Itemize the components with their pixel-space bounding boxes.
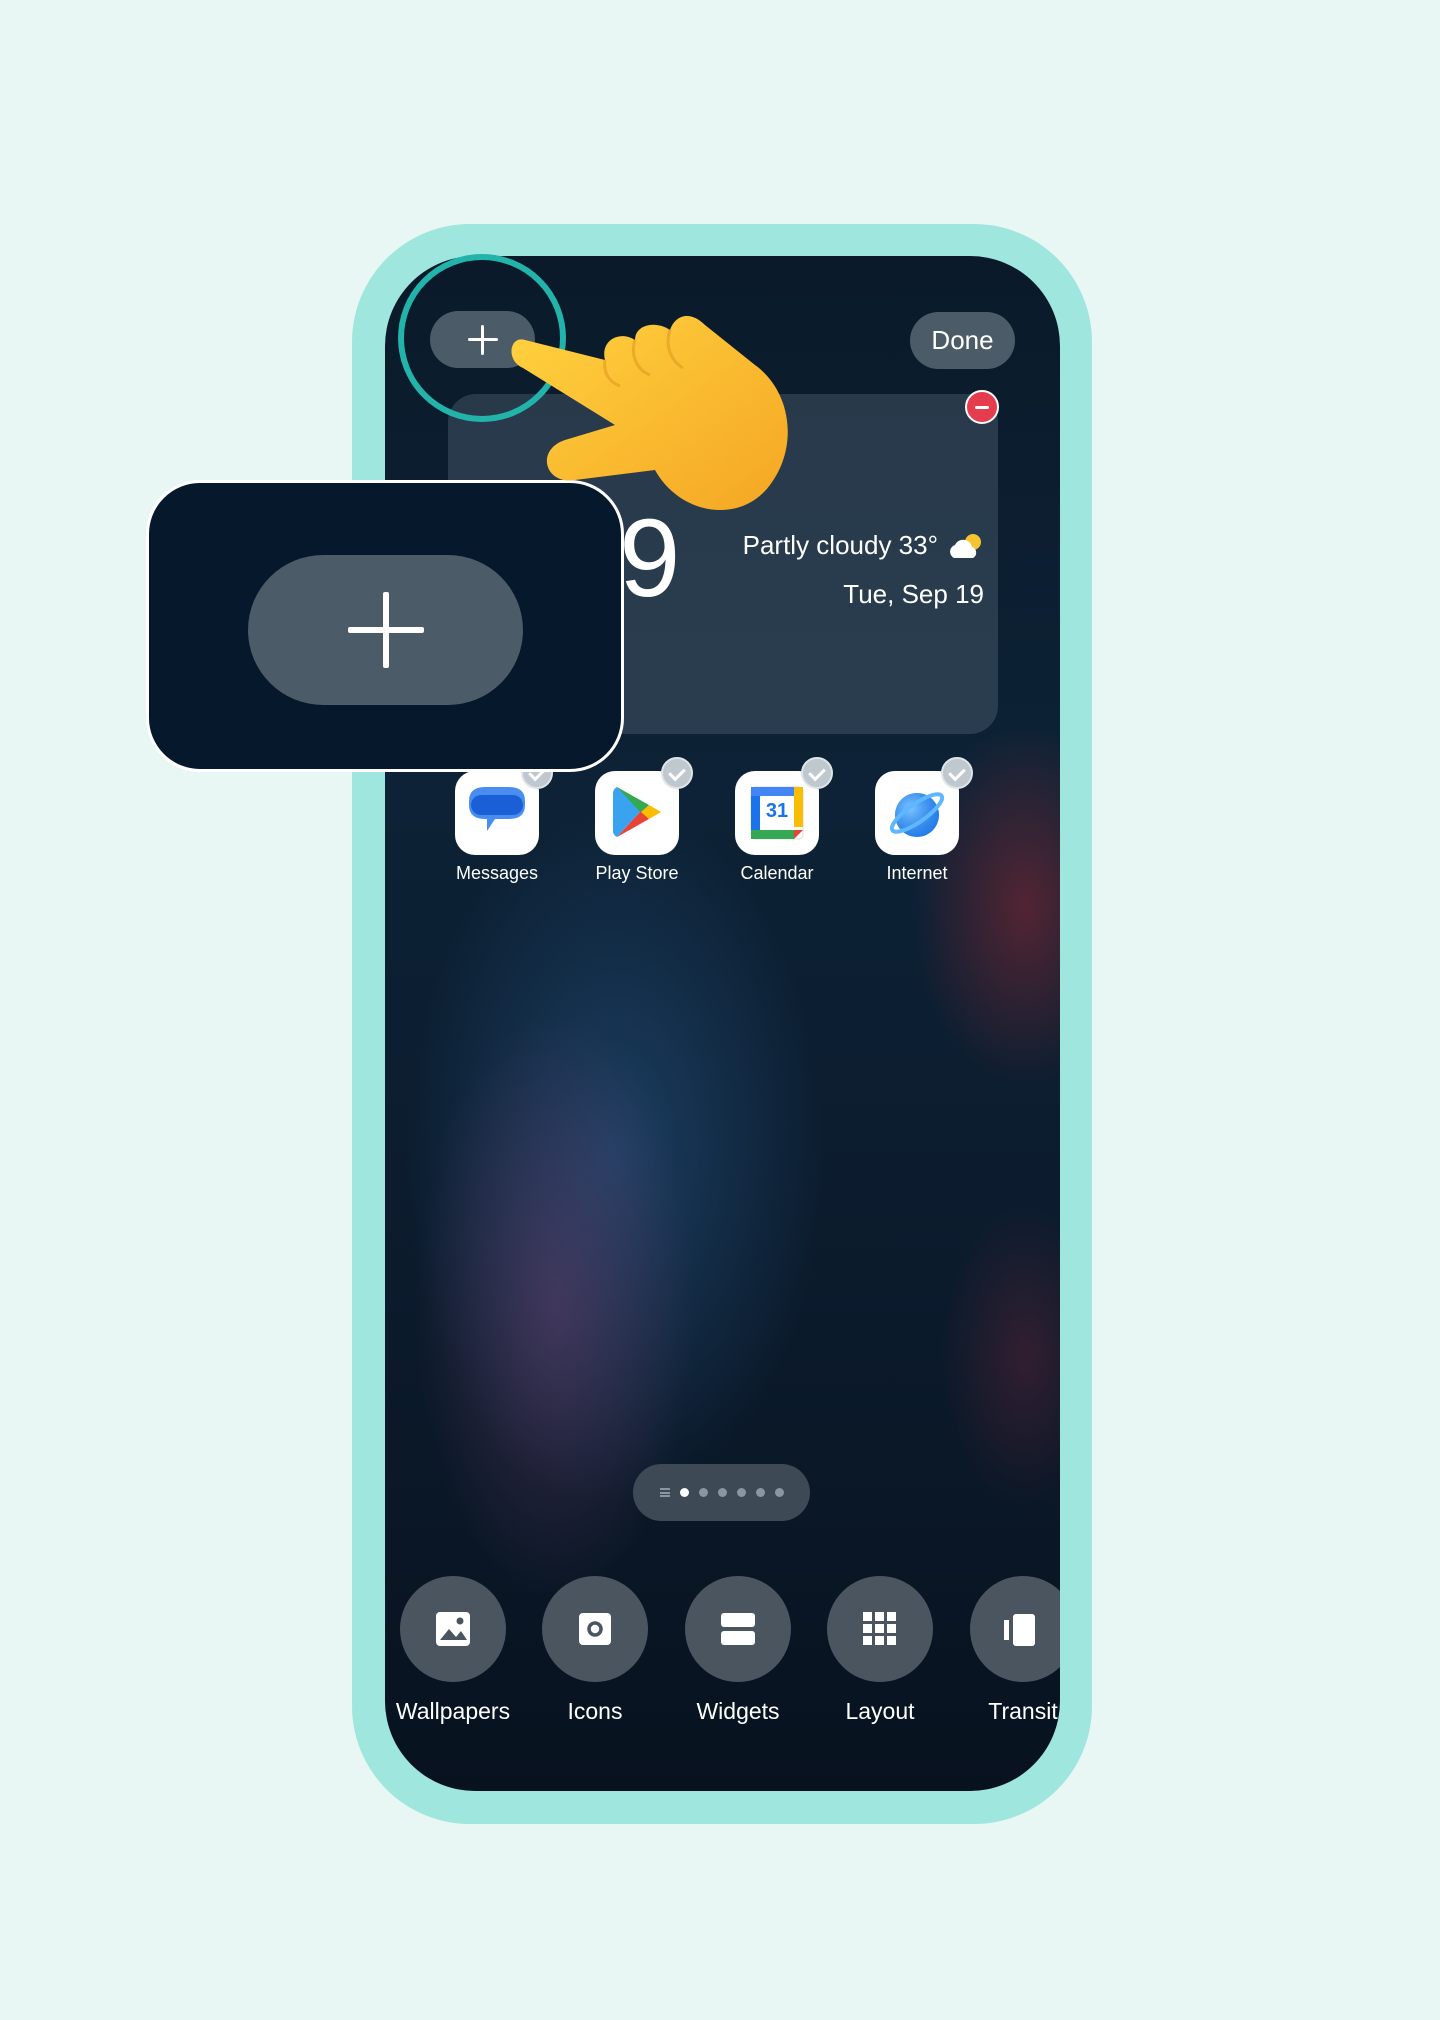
internet-icon bbox=[875, 757, 973, 855]
done-button[interactable]: Done bbox=[910, 312, 1015, 369]
app-label: Internet bbox=[886, 863, 948, 883]
app-calendar[interactable]: 31 Calendar bbox=[717, 757, 837, 884]
calendar-day-number: 31 bbox=[765, 800, 789, 822]
selected-check-icon[interactable] bbox=[661, 757, 693, 789]
wallpapers-button[interactable]: Wallpapers bbox=[385, 1576, 523, 1725]
selected-check-icon[interactable] bbox=[941, 757, 973, 789]
app-label: Messages bbox=[455, 863, 539, 883]
page-dot bbox=[755, 1488, 765, 1497]
tool-label: Icons bbox=[567, 1698, 623, 1724]
tool-label: Layout bbox=[845, 1698, 915, 1724]
page-dot bbox=[774, 1488, 784, 1497]
page-list-icon bbox=[659, 1488, 670, 1497]
partly-cloudy-icon bbox=[950, 533, 981, 558]
tool-label: Wallpapers bbox=[395, 1698, 511, 1724]
widgets-icon bbox=[685, 1576, 791, 1682]
icons-icon bbox=[542, 1576, 648, 1682]
remove-widget-icon[interactable] bbox=[965, 390, 999, 424]
app-internet[interactable]: Internet bbox=[857, 757, 977, 884]
app-label: Calendar bbox=[740, 863, 814, 883]
messages-icon bbox=[455, 757, 553, 855]
pointing-hand-icon bbox=[511, 315, 788, 511]
icons-button[interactable]: Icons bbox=[525, 1576, 665, 1725]
wallpaper-icon bbox=[400, 1576, 506, 1682]
plus-icon bbox=[347, 592, 424, 668]
calendar-icon: 31 bbox=[735, 757, 833, 855]
app-messages[interactable]: Messages bbox=[437, 757, 557, 884]
app-play-store[interactable]: Play Store bbox=[577, 757, 697, 884]
transition-icon bbox=[970, 1576, 1060, 1682]
widgets-button[interactable]: Widgets bbox=[668, 1576, 808, 1725]
page-dot bbox=[736, 1488, 746, 1497]
tool-label: Widgets bbox=[696, 1698, 780, 1724]
page-indicator[interactable] bbox=[633, 1464, 810, 1521]
page-dot bbox=[717, 1488, 727, 1497]
page-dot bbox=[698, 1488, 708, 1497]
date-text: Tue, Sep 19 bbox=[843, 579, 984, 609]
layout-icon bbox=[827, 1576, 933, 1682]
transition-button[interactable]: Transit bbox=[953, 1576, 1060, 1725]
tool-label: Transit bbox=[988, 1698, 1058, 1724]
add-button-zoomed bbox=[248, 555, 523, 705]
play-store-icon bbox=[595, 757, 693, 855]
app-label: Play Store bbox=[595, 863, 679, 883]
layout-button[interactable]: Layout bbox=[810, 1576, 950, 1725]
page-dot bbox=[679, 1488, 689, 1497]
selected-check-icon[interactable] bbox=[801, 757, 833, 789]
